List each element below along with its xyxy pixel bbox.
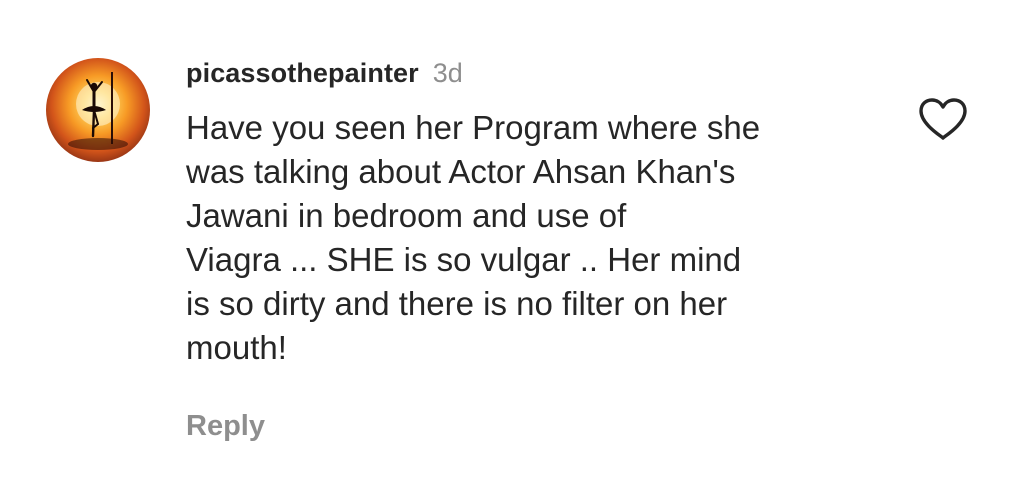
comment-text: Have you seen her Program where she was … [186,106,886,370]
comment-item: picassothepainter 3d Have you seen her P… [0,0,1024,478]
timestamp: 3d [432,58,463,88]
comment-body: picassothepainter 3d Have you seen her P… [186,58,886,370]
like-button[interactable] [917,96,969,142]
reply-button[interactable]: Reply [186,410,265,443]
comment-text-line: Jawani in bedroom and use of [186,197,627,234]
avatar[interactable] [46,58,150,162]
comment-header: picassothepainter 3d [186,58,886,96]
ballerina-silhouette-icon [68,72,128,150]
comment-text-line: mouth! [186,329,287,366]
heart-outline-icon [919,98,967,140]
username[interactable]: picassothepainter [186,58,419,89]
comment-text-line: Viagra ... SHE is so vulgar .. Her mind [186,241,742,278]
comment-text-line: was talking about Actor Ahsan Khan's [186,153,736,190]
comment-text-line: is so dirty and there is no filter on he… [186,285,728,322]
comment-text-line: Have you seen her Program where she [186,109,761,146]
